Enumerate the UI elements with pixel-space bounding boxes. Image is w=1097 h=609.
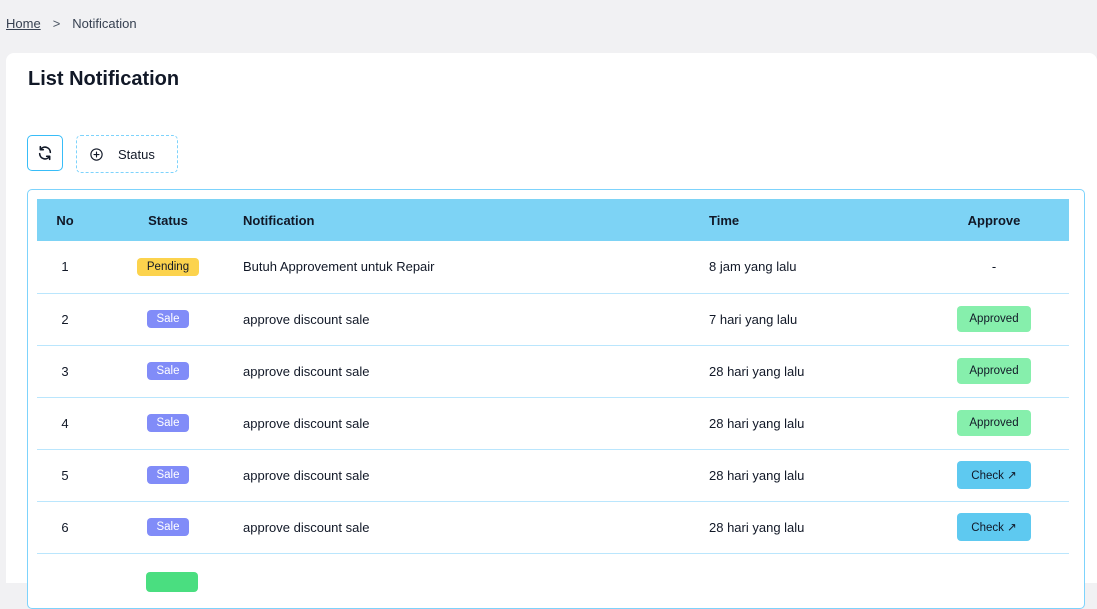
table-header-row: No Status Notification Time Approve [37,199,1069,241]
status-badge-partial [146,572,198,592]
plus-circle-icon [90,147,103,161]
check-button[interactable]: Check ↗ [957,461,1031,489]
table-row[interactable]: 3 Sale approve discount sale 28 hari yan… [37,345,1069,397]
row-no: 1 [61,259,69,275]
row-time: 28 hari yang lalu [709,519,805,535]
table-row[interactable]: 2 Sale approve discount sale 7 hari yang… [37,293,1069,345]
status-badge: Sale [147,310,189,328]
row-time: 7 hari yang lalu [709,311,798,327]
approved-badge: Approved [957,410,1031,436]
status-badge: Sale [147,362,189,380]
page-title: List Notification [28,68,180,90]
notification-table: No Status Notification Time Approve 1 Pe… [37,199,1069,554]
table-row[interactable]: 6 Sale approve discount sale 28 hari yan… [37,501,1069,553]
table-row[interactable]: 5 Sale approve discount sale 28 hari yan… [37,449,1069,501]
header-approve: Approve [967,212,1021,228]
notification-card: List Notification Status No Status Notif… [6,53,1097,609]
status-badge: Sale [147,466,189,484]
row-no: 3 [61,363,69,379]
check-button[interactable]: Check ↗ [957,513,1031,541]
row-notification: approve discount sale [243,519,370,535]
approved-badge: Approved [957,306,1031,332]
row-notification: Butuh Approvement untuk Repair [243,259,435,275]
status-badge: Sale [147,518,189,536]
row-time: 28 hari yang lalu [709,363,805,379]
row-approve: - [991,259,997,275]
row-no: 6 [61,519,69,535]
row-notification: approve discount sale [243,311,370,327]
header-notification: Notification [243,212,315,228]
breadcrumb-current: Notification [72,16,137,31]
status-badge: Sale [147,414,189,432]
breadcrumb: Home > Notification [6,16,137,31]
row-notification: approve discount sale [243,415,370,431]
row-notification: approve discount sale [243,363,370,379]
breadcrumb-home-link[interactable]: Home [6,16,41,31]
notification-table-container: No Status Notification Time Approve 1 Pe… [27,189,1085,609]
row-time: 8 jam yang lalu [709,259,797,275]
refresh-icon [38,145,52,161]
row-time: 28 hari yang lalu [709,415,805,431]
status-badge: Pending [136,257,200,276]
row-no: 2 [61,311,69,327]
header-no: No [56,212,74,228]
header-status: Status [148,212,188,228]
breadcrumb-separator: > [52,16,61,31]
header-time: Time [709,212,740,228]
row-no: 4 [61,415,69,431]
status-filter-button[interactable]: Status [76,135,178,173]
row-no: 5 [61,467,69,483]
row-notification: approve discount sale [243,467,370,483]
status-filter-label: Status [118,146,155,162]
row-time: 28 hari yang lalu [709,467,805,483]
table-row[interactable]: 1 Pending Butuh Approvement untuk Repair… [37,241,1069,293]
approved-badge: Approved [957,358,1031,384]
refresh-button[interactable] [27,135,63,171]
table-row[interactable]: 4 Sale approve discount sale 28 hari yan… [37,397,1069,449]
